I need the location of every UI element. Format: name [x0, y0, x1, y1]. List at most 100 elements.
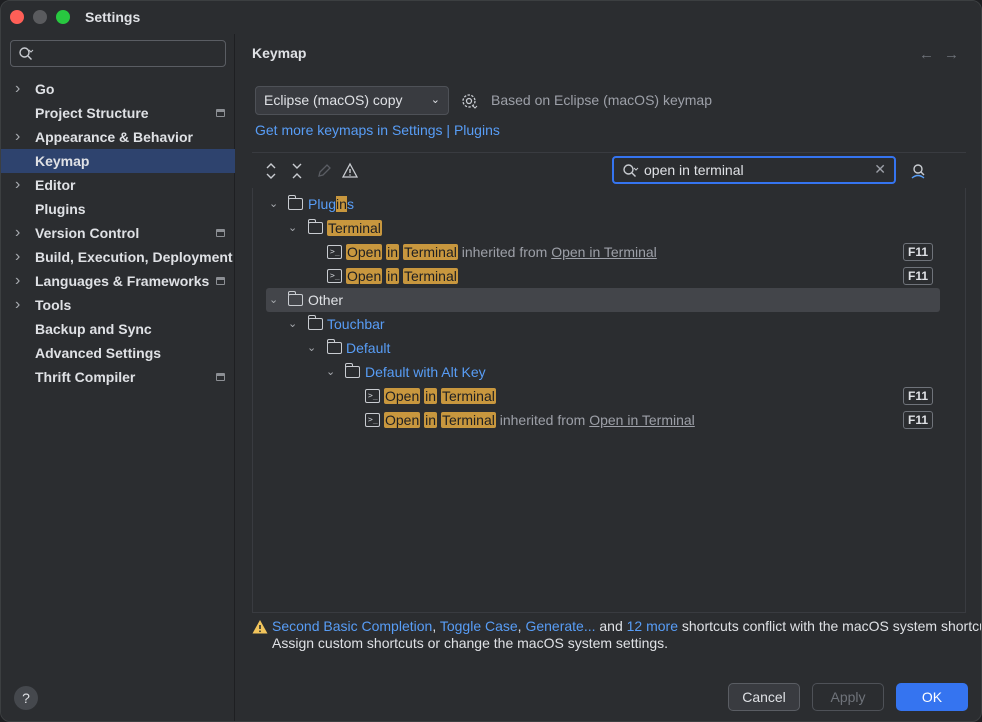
apply-button[interactable]: Apply [812, 683, 884, 711]
nav-arrows: ←→ [919, 46, 969, 63]
clear-icon[interactable]: ✕ [874, 161, 886, 178]
chevron-down-icon[interactable]: ⌄ [326, 360, 335, 384]
keymap-panel: Keymap ←→ Eclipse (macOS) copy ⌄ Based o… [236, 34, 981, 721]
tree-row-action[interactable]: >_ Open in Terminal F11 [253, 264, 965, 288]
plugins-label: Plugins [308, 196, 354, 212]
ok-button[interactable]: OK [896, 683, 968, 711]
forward-arrow-icon[interactable]: → [944, 46, 969, 63]
tree-row-touchbar[interactable]: ⌄ Touchbar [253, 312, 965, 336]
based-on-text: Based on Eclipse (macOS) keymap [491, 92, 712, 108]
sidebar-item-label: Thrift Compiler [35, 369, 136, 385]
gear-icon[interactable] [460, 92, 478, 110]
sidebar-item[interactable]: Thrift Compiler [1, 365, 235, 389]
sidebar-item[interactable]: › Editor [1, 173, 235, 197]
title-bar: Settings [1, 1, 981, 34]
inherited-link[interactable]: Open in Terminal [551, 244, 657, 260]
tree-row-plugins[interactable]: ⌄ Plugins [253, 192, 965, 216]
chevron-down-icon[interactable]: ⌄ [269, 192, 278, 216]
chevron-down-icon[interactable]: ⌄ [288, 216, 297, 240]
project-scope-icon [216, 277, 225, 285]
tree-row-action[interactable]: >_ Open in Terminal F11 [253, 384, 965, 408]
window-title: Settings [85, 9, 141, 25]
inherited-link[interactable]: Open in Terminal [589, 412, 695, 428]
chevron-down-icon[interactable]: ⌄ [288, 312, 297, 336]
sidebar-item-label: Appearance & Behavior [35, 129, 193, 145]
keymap-select[interactable]: Eclipse (macOS) copy ⌄ [255, 86, 449, 115]
sidebar-item[interactable]: Project Structure [1, 101, 235, 125]
sidebar-item-label: Editor [35, 177, 76, 193]
conflict-link[interactable]: Generate... [525, 618, 595, 634]
chevron-right-icon[interactable]: › [15, 173, 29, 197]
keymap-tree: ⌄ Plugins ⌄ Terminal >_ Open in Terminal… [252, 188, 966, 613]
shortcut-badge: F11 [902, 267, 933, 285]
touchbar-label: Touchbar [327, 316, 385, 332]
terminal-folder-label: Terminal [327, 220, 382, 236]
conflict-hint: Assign custom shortcuts or change the ma… [272, 635, 669, 651]
action-label: Open in Terminal inherited from Open in … [384, 412, 695, 428]
chevron-right-icon[interactable]: › [15, 77, 29, 101]
tree-row-default-alt[interactable]: ⌄ Default with Alt Key [253, 360, 965, 384]
sidebar-item[interactable]: Keymap [1, 149, 235, 173]
sidebar-item[interactable]: › Build, Execution, Deployment [1, 245, 235, 269]
tree-row-action[interactable]: >_ Open in Terminal inherited from Open … [253, 408, 965, 432]
expand-all-icon[interactable] [264, 162, 278, 180]
back-arrow-icon[interactable]: ← [919, 46, 944, 63]
other-label: Other [308, 292, 344, 308]
action-label: Open in Terminal inherited from Open in … [346, 244, 657, 260]
action-label: Open in Terminal [346, 268, 458, 284]
terminal-action-icon: >_ [327, 245, 342, 259]
tree-row-other[interactable]: ⌄ Other [266, 288, 940, 312]
conflict-link[interactable]: Second Basic Completion [272, 618, 432, 634]
settings-window: Settings › Go Project Structure › Appearance… [0, 0, 982, 722]
cancel-button[interactable]: Cancel [728, 683, 800, 711]
conflict-link[interactable]: Toggle Case [440, 618, 518, 634]
close-window-button[interactable] [10, 10, 24, 24]
chevron-right-icon[interactable]: › [15, 293, 29, 317]
sidebar-item[interactable]: Plugins [1, 197, 235, 221]
folder-icon [345, 363, 360, 378]
sidebar-item[interactable]: Advanced Settings [1, 341, 235, 365]
settings-search-input[interactable] [10, 40, 226, 67]
sidebar-item[interactable]: › Tools [1, 293, 235, 317]
minimize-window-button[interactable] [33, 10, 47, 24]
sidebar-item-label: Plugins [35, 201, 86, 217]
zoom-window-button[interactable] [56, 10, 70, 24]
chevron-down-icon[interactable]: ⌄ [269, 288, 278, 312]
warning-filter-icon[interactable] [342, 162, 358, 180]
chevron-right-icon[interactable]: › [15, 125, 29, 149]
chevron-right-icon[interactable]: › [15, 245, 29, 269]
default-alt-label: Default with Alt Key [365, 364, 486, 380]
sidebar-item[interactable]: › Go [1, 77, 235, 101]
settings-sidebar: › Go Project Structure › Appearance & Behavi… [1, 34, 235, 721]
chevron-down-icon: ⌄ [430, 94, 440, 106]
sidebar-item-label: Languages & Frameworks [35, 273, 210, 289]
project-scope-icon [216, 229, 225, 237]
tree-row-terminal-folder[interactable]: ⌄ Terminal [253, 216, 965, 240]
tree-row-default[interactable]: ⌄ Default [253, 336, 965, 360]
help-button[interactable]: ? [14, 686, 38, 710]
collapse-all-icon[interactable] [290, 162, 304, 180]
chevron-right-icon[interactable]: › [15, 221, 29, 245]
search-icon [623, 164, 639, 177]
get-more-keymaps-link[interactable]: Get more keymaps in Settings | Plugins [255, 122, 500, 138]
sidebar-item[interactable]: › Languages & Frameworks [1, 269, 235, 293]
shortcut-badge: F11 [902, 387, 933, 405]
keymap-select-value: Eclipse (macOS) copy [264, 92, 403, 108]
chevron-right-icon[interactable]: › [15, 269, 29, 293]
sidebar-item[interactable]: › Appearance & Behavior [1, 125, 235, 149]
terminal-action-icon: >_ [327, 269, 342, 283]
sidebar-item[interactable]: Backup and Sync [1, 317, 235, 341]
action-label: Open in Terminal [384, 388, 496, 404]
project-scope-icon [216, 109, 225, 117]
sidebar-item[interactable]: › Version Control [1, 221, 235, 245]
find-by-shortcut-icon[interactable] [909, 162, 929, 182]
keymap-search-input[interactable] [644, 161, 864, 179]
warning-icon [252, 620, 268, 634]
chevron-down-icon[interactable]: ⌄ [307, 336, 316, 360]
sidebar-item-label: Advanced Settings [35, 345, 162, 361]
tree-row-action[interactable]: >_ Open in Terminal inherited from Open … [253, 240, 965, 264]
keymap-search-field[interactable]: ✕ [612, 156, 896, 184]
project-scope-icon [216, 373, 225, 381]
shortcut-badge: F11 [902, 411, 933, 429]
more-conflicts-link[interactable]: 12 more [627, 618, 678, 634]
